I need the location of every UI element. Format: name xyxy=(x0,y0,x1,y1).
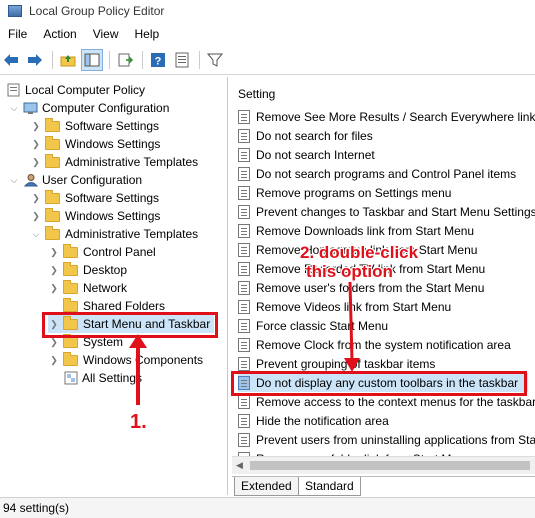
arrow-down-line xyxy=(348,281,354,362)
annotation-step-2-line2: this option xyxy=(306,262,393,281)
arrow-up-head xyxy=(129,334,147,348)
annotation-arrows xyxy=(129,281,360,405)
annotation-step-1: 1. xyxy=(130,411,147,433)
annotation-step-2-line1: 2. double-click xyxy=(300,243,419,262)
arrow-down-head xyxy=(344,358,360,372)
